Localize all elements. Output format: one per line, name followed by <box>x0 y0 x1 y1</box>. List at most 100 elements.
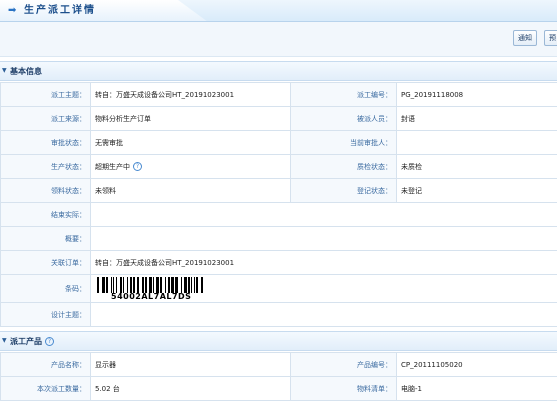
product-table: 产品名称： 显示器 产品编号： CP_20111105020 本次派工数量： 5… <box>0 352 557 401</box>
barcode-image <box>97 277 203 293</box>
field-value-design <box>90 302 557 327</box>
related-order-link[interactable]: 转自：万盛天成设备公司HT_20191023001 <box>90 250 557 275</box>
barcode-bar <box>171 277 174 293</box>
product-section-header[interactable]: ▼ 派工产品? <box>0 331 557 351</box>
table-row: 产品名称： 显示器 产品编号： CP_20111105020 <box>0 352 557 377</box>
barcode-bar <box>120 277 122 293</box>
toolbar-button-2[interactable]: 预 <box>544 30 557 46</box>
barcode-bar <box>160 277 162 293</box>
barcode-bar <box>153 277 154 293</box>
barcode-bar <box>175 277 178 293</box>
collapse-triangle-icon[interactable]: ▼ <box>2 67 7 74</box>
barcode-bar <box>116 277 117 293</box>
field-value-production-status: 超期生产中? <box>90 154 291 179</box>
field-label: 产品名称： <box>0 352 91 377</box>
help-icon[interactable]: ? <box>45 337 54 346</box>
field-label: 当前审批人： <box>290 130 397 155</box>
barcode-bar <box>130 277 132 293</box>
field-value-approval-status: 无需审批 <box>90 130 291 155</box>
barcode-bar <box>137 277 139 293</box>
barcode-bar <box>123 277 124 293</box>
barcode-bar <box>181 277 182 293</box>
barcode-cell: 54002AL7AL7DS <box>90 274 557 303</box>
field-label: 被派人员： <box>290 106 397 131</box>
table-row: 概要： <box>0 226 557 251</box>
barcode-text: 54002AL7AL7DS <box>111 292 192 301</box>
field-label: 条码： <box>0 274 91 303</box>
barcode-bar <box>149 277 152 293</box>
field-label: 产品编号： <box>290 352 397 377</box>
field-label: 结束实际： <box>0 202 91 227</box>
field-label: 关联订单： <box>0 250 91 275</box>
basic-info-section-header[interactable]: ▼ 基本信息 <box>0 61 557 81</box>
table-row: 本次派工数量： 5.02 台 物料清单： 电脑-1 <box>0 376 557 401</box>
barcode-bar <box>142 277 144 293</box>
barcode-bar <box>145 277 147 293</box>
table-row: 设计主题： <box>0 302 557 327</box>
field-value-product-no: CP_20111105020 <box>396 352 557 377</box>
table-row: 条码： 54002AL7AL7DS <box>0 274 557 303</box>
title-tab: ➡ 生产派工详情 <box>0 0 208 22</box>
field-value-approver <box>396 130 557 155</box>
barcode-bar <box>106 277 108 293</box>
field-label: 物料清单： <box>290 376 397 401</box>
field-value-dispatch-no: PG_20191118008 <box>396 82 557 107</box>
field-value-picking-status: 未领料 <box>90 178 291 203</box>
field-value-qc-status: 未质检 <box>396 154 557 179</box>
notify-button[interactable]: 通知 <box>513 30 537 46</box>
field-value-quantity: 5.02 台 <box>90 376 291 401</box>
barcode-bar <box>168 277 170 293</box>
barcode-bar <box>156 277 159 293</box>
barcode-bar <box>165 277 166 293</box>
production-status-text: 超期生产中 <box>95 162 130 171</box>
barcode-bar <box>102 277 105 293</box>
field-label: 派工编号： <box>290 82 397 107</box>
table-row: 派工来源： 物料分析生产订单 被派人员： 封语 <box>0 106 557 131</box>
barcode-bar <box>201 277 203 293</box>
field-value-bom: 电脑-1 <box>396 376 557 401</box>
field-label: 概要： <box>0 226 91 251</box>
table-row: 领料状态： 未领料 登记状态： 未登记 <box>0 178 557 203</box>
barcode-bar <box>113 277 114 293</box>
field-value-assignee: 封语 <box>396 106 557 131</box>
field-value-summary <box>90 226 557 251</box>
barcode-bar <box>184 277 187 293</box>
field-value-subject: 转自：万盛天成设备公司HT_20191023001 <box>90 82 291 107</box>
page-title: 生产派工详情 <box>24 5 96 16</box>
toolbar: 通知 预 <box>0 22 557 57</box>
basic-info-table: 派工主题： 转自：万盛天成设备公司HT_20191023001 派工编号： PG… <box>0 82 557 327</box>
table-row: 生产状态： 超期生产中? 质检状态： 未质检 <box>0 154 557 179</box>
barcode-bar <box>191 277 192 293</box>
field-value-end-actual <box>90 202 557 227</box>
field-label: 生产状态： <box>0 154 91 179</box>
field-label: 设计主题： <box>0 302 91 327</box>
barcode-bar <box>97 277 99 293</box>
table-row: 结束实际： <box>0 202 557 227</box>
field-label: 派工来源： <box>0 106 91 131</box>
barcode-bar <box>188 277 190 293</box>
field-value-source: 物料分析生产订单 <box>90 106 291 131</box>
field-label: 质检状态： <box>290 154 397 179</box>
table-row: 审批状态： 无需审批 当前审批人： <box>0 130 557 155</box>
field-label: 本次派工数量： <box>0 376 91 401</box>
barcode-bar <box>196 277 198 293</box>
product-title-text: 派工产品 <box>10 337 42 346</box>
field-value-product-name: 显示器 <box>90 352 291 377</box>
barcode-bar <box>194 277 195 293</box>
table-row: 关联订单： 转自：万盛天成设备公司HT_20191023001 <box>0 250 557 275</box>
product-section-title: 派工产品? <box>10 337 54 346</box>
field-label: 登记状态： <box>290 178 397 203</box>
field-label: 派工主题： <box>0 82 91 107</box>
barcode-bar <box>127 277 128 293</box>
collapse-triangle-icon[interactable]: ▼ <box>2 337 7 344</box>
arrow-right-icon: ➡ <box>8 5 17 16</box>
field-value-register-status: 未登记 <box>396 178 557 203</box>
field-label: 领料状态： <box>0 178 91 203</box>
help-icon[interactable]: ? <box>133 162 142 171</box>
basic-info-title: 基本信息 <box>10 67 42 76</box>
barcode: 54002AL7AL7DS <box>95 276 557 301</box>
barcode-bar <box>111 277 112 293</box>
field-label: 审批状态： <box>0 130 91 155</box>
title-bar: ➡ 生产派工详情 <box>0 0 557 22</box>
table-row: 派工主题： 转自：万盛天成设备公司HT_20191023001 派工编号： PG… <box>0 82 557 107</box>
